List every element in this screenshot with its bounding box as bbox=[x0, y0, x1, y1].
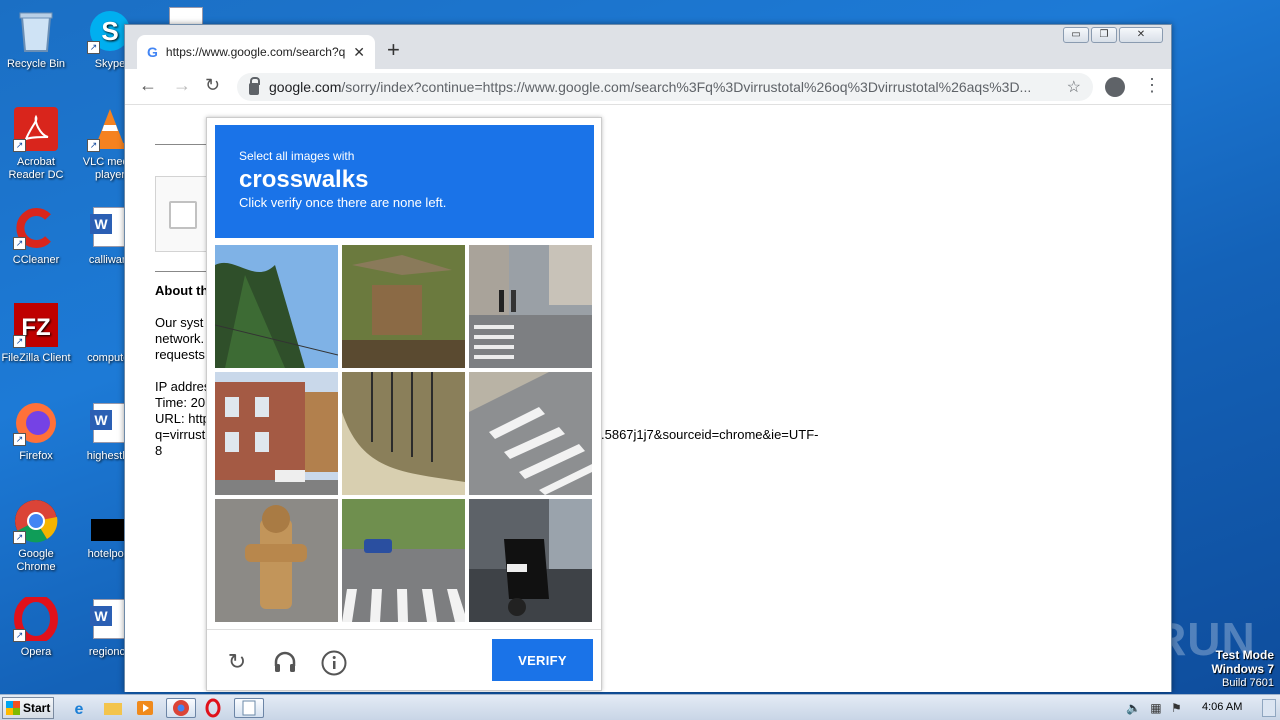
acrobat-reader-icon: ↗ bbox=[13, 106, 59, 152]
window-controls: ▭ ❐ ✕ bbox=[1063, 27, 1163, 43]
bookmark-star-icon[interactable]: ☆ bbox=[1067, 77, 1081, 97]
test-mode-notice: Test Mode Windows 7 Build 7601 bbox=[1211, 648, 1274, 690]
browser-tab[interactable]: G https://www.google.com/search?q= ✕ bbox=[137, 35, 375, 69]
shortcut-arrow-icon: ↗ bbox=[13, 629, 26, 642]
desktop-icon-opera[interactable]: ↗ Opera bbox=[0, 596, 72, 659]
captcha-tile-fence[interactable] bbox=[342, 372, 465, 495]
media-player-icon[interactable] bbox=[134, 698, 158, 718]
challenge-footer: ↻ VERIFY bbox=[207, 629, 601, 691]
action-center-flag-icon[interactable]: ⚑ bbox=[1171, 701, 1182, 715]
browser-toolbar: ← → ↻ google.com/sorry/index?continue=ht… bbox=[125, 69, 1171, 105]
captcha-tile-scooter[interactable] bbox=[469, 499, 592, 622]
system-tray: 🔈 ▦ ⚑ bbox=[1126, 701, 1182, 715]
test-mode-line2: Windows 7 bbox=[1211, 662, 1274, 676]
start-label: Start bbox=[23, 701, 51, 715]
forward-arrow-icon[interactable]: → bbox=[173, 75, 191, 96]
recaptcha-checkbox[interactable] bbox=[169, 201, 197, 229]
desktop-icon-label: Skype bbox=[94, 58, 126, 70]
desktop-icon-label: FileZilla Client bbox=[1, 352, 71, 364]
desktop-icon-label: Opera bbox=[20, 646, 52, 658]
notepad-taskbar-icon[interactable] bbox=[234, 698, 264, 718]
captcha-tile-brick-house[interactable] bbox=[215, 372, 338, 495]
tab-close-icon[interactable]: ✕ bbox=[353, 44, 365, 61]
close-window-button[interactable]: ✕ bbox=[1119, 27, 1163, 43]
desktop-icon-acrobat[interactable]: ↗ Acrobat Reader DC bbox=[0, 106, 72, 182]
tab-title: https://www.google.com/search?q= bbox=[165, 45, 346, 59]
ccleaner-icon: ↗ bbox=[13, 204, 59, 250]
desktop-icon-recycle-bin[interactable]: Recycle Bin bbox=[0, 8, 72, 71]
captcha-tile-fire-hydrant[interactable] bbox=[215, 499, 338, 622]
recaptcha-challenge: Select all images with crosswalks Click … bbox=[206, 117, 602, 691]
captcha-tile-crosswalk-pedestrians[interactable] bbox=[469, 245, 592, 368]
tab-strip: G https://www.google.com/search?q= ✕ + ▭… bbox=[125, 25, 1171, 69]
new-tab-button[interactable]: + bbox=[387, 39, 400, 61]
network-icon[interactable]: ▦ bbox=[1150, 701, 1161, 715]
shortcut-arrow-icon: ↗ bbox=[13, 531, 26, 544]
shortcut-arrow-icon: ↗ bbox=[13, 237, 26, 250]
challenge-instruction: Select all images with bbox=[239, 149, 355, 163]
firefox-icon: ↗ bbox=[13, 400, 59, 446]
reload-icon[interactable]: ↻ bbox=[225, 650, 249, 674]
google-favicon-icon: G bbox=[147, 44, 158, 60]
shortcut-arrow-icon: ↗ bbox=[13, 433, 26, 446]
challenge-hint: Click verify once there are none left. bbox=[239, 195, 447, 210]
shortcut-arrow-icon: ↗ bbox=[13, 335, 26, 348]
url-tail-text: .5867j1j7&sourceid=chrome&ie=UTF- bbox=[601, 427, 819, 442]
captcha-tile-tree[interactable] bbox=[215, 245, 338, 368]
ie-icon[interactable]: e bbox=[68, 698, 92, 718]
address-url[interactable]: google.com/sorry/index?continue=https://… bbox=[269, 79, 1057, 95]
captcha-tile-crosswalk-street[interactable] bbox=[342, 499, 465, 622]
desktop-icon-filezilla[interactable]: FZ ↗ FileZilla Client bbox=[0, 302, 72, 365]
url-path: /sorry/index?continue=https://www.google… bbox=[341, 79, 1032, 95]
reload-icon[interactable]: ↻ bbox=[205, 75, 220, 96]
captcha-tile-cart[interactable] bbox=[342, 245, 465, 368]
chrome-icon: ↗ bbox=[13, 498, 59, 544]
desktop-icon-label: Recycle Bin bbox=[6, 58, 66, 70]
svg-text:e: e bbox=[75, 701, 84, 718]
desktop-icon-label: Acrobat Reader DC bbox=[8, 156, 64, 181]
shortcut-arrow-icon: ↗ bbox=[13, 139, 26, 152]
opera-taskbar-icon[interactable] bbox=[202, 698, 226, 718]
volume-icon[interactable]: 🔈 bbox=[1126, 701, 1141, 715]
word-document-icon bbox=[163, 6, 209, 26]
lock-icon bbox=[249, 76, 260, 95]
kebab-menu-icon[interactable]: ⋮ bbox=[1143, 75, 1161, 96]
show-desktop-button[interactable] bbox=[1262, 699, 1276, 717]
back-arrow-icon[interactable]: ← bbox=[139, 75, 157, 96]
minimize-button[interactable]: ▭ bbox=[1063, 27, 1089, 43]
filezilla-icon: FZ ↗ bbox=[13, 302, 59, 348]
taskbar: Start e 🔈 ▦ ⚑ 4:06 AM bbox=[0, 694, 1280, 720]
test-mode-line3: Build 7601 bbox=[1222, 677, 1274, 689]
shortcut-arrow-icon: ↗ bbox=[87, 139, 100, 152]
verify-button[interactable]: VERIFY bbox=[492, 639, 593, 681]
windows-logo-icon bbox=[6, 701, 20, 715]
desktop-icon-firefox[interactable]: ↗ Firefox bbox=[0, 400, 72, 463]
shortcut-arrow-icon: ↗ bbox=[87, 41, 100, 54]
desktop-icon-label: Firefox bbox=[19, 450, 53, 462]
desktop-icon-chrome[interactable]: ↗ Google Chrome bbox=[0, 498, 72, 574]
info-icon[interactable] bbox=[321, 650, 347, 676]
url-host: google.com bbox=[269, 79, 342, 95]
chrome-taskbar-icon[interactable] bbox=[166, 698, 196, 718]
explorer-folder-icon[interactable] bbox=[102, 698, 126, 718]
taskbar-clock[interactable]: 4:06 AM bbox=[1202, 701, 1242, 713]
restore-button[interactable]: ❐ bbox=[1091, 27, 1117, 43]
start-button[interactable]: Start bbox=[2, 697, 54, 719]
svg-text:S: S bbox=[101, 16, 118, 46]
test-mode-line1: Test Mode bbox=[1215, 648, 1274, 662]
headphones-icon[interactable] bbox=[273, 650, 297, 674]
challenge-target: crosswalks bbox=[239, 166, 369, 193]
desktop-icon-label: Google Chrome bbox=[16, 548, 56, 573]
desktop-icon-label: CCleaner bbox=[12, 254, 60, 266]
profile-avatar-icon[interactable] bbox=[1105, 77, 1125, 97]
desktop-icon-ccleaner[interactable]: ↗ CCleaner bbox=[0, 204, 72, 267]
opera-icon: ↗ bbox=[13, 596, 59, 642]
recycle-bin-icon bbox=[13, 8, 59, 54]
image-grid bbox=[215, 245, 593, 623]
challenge-header: Select all images with crosswalks Click … bbox=[215, 125, 594, 238]
address-bar[interactable]: google.com/sorry/index?continue=https://… bbox=[237, 73, 1093, 101]
captcha-tile-crosswalk[interactable] bbox=[469, 372, 592, 495]
